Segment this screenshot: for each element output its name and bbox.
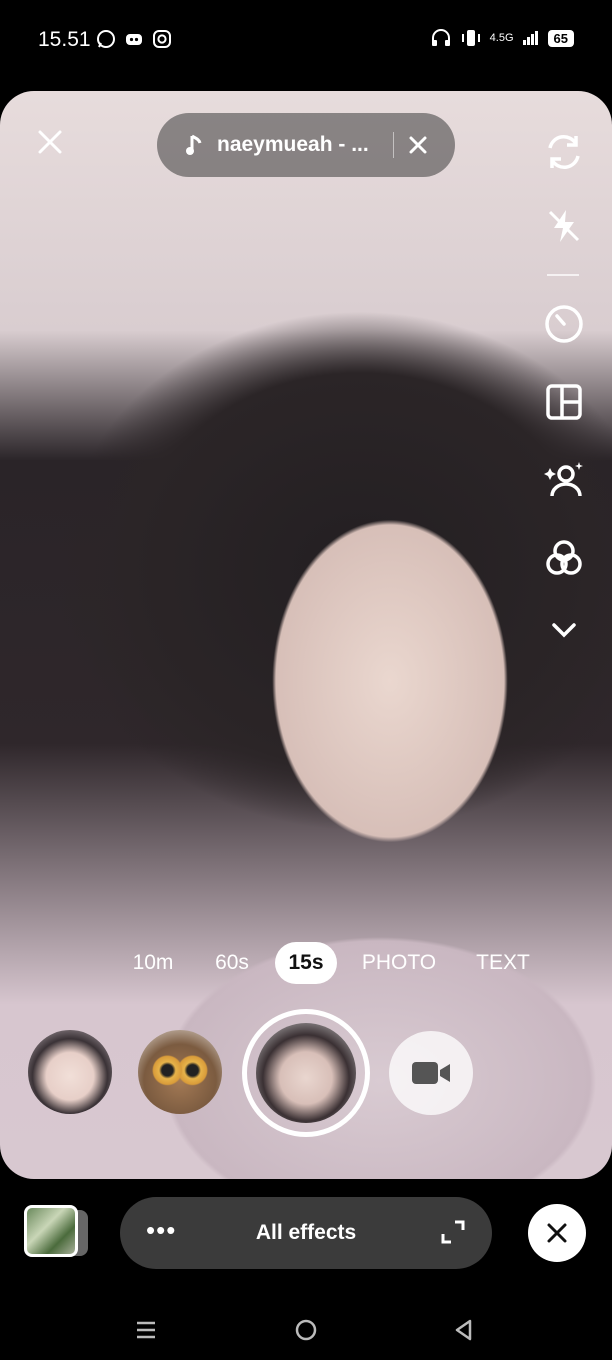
status-bar: 15.51 4.5G 65 <box>0 0 612 80</box>
current-effect-preview <box>256 1023 356 1123</box>
flash-off-icon[interactable] <box>538 200 590 252</box>
instagram-icon <box>153 30 171 48</box>
home-icon[interactable] <box>294 1318 318 1342</box>
chevron-down-icon[interactable] <box>538 604 590 656</box>
mode-15s[interactable]: 15s <box>275 942 337 984</box>
effects-bar[interactable]: ••• All effects <box>120 1197 492 1269</box>
mode-text[interactable]: TEXT <box>470 942 536 984</box>
timer-icon[interactable] <box>538 298 590 350</box>
back-icon[interactable] <box>452 1318 476 1342</box>
status-app-icons <box>96 29 172 49</box>
beauty-icon[interactable] <box>538 454 590 506</box>
filters-icon[interactable] <box>538 532 590 584</box>
menu-icon[interactable] <box>134 1318 158 1342</box>
effect-thumbnail-face[interactable] <box>28 1030 112 1114</box>
system-navigation-bar <box>0 1300 612 1360</box>
video-camera-icon <box>412 1062 450 1084</box>
discord-icon <box>126 34 142 45</box>
flip-camera-icon[interactable] <box>538 126 590 178</box>
battery-level: 65 <box>547 29 574 47</box>
network-type: 4.5G <box>489 32 514 44</box>
mode-selector: 10m 60s 15s PHOTO TEXT <box>0 942 612 984</box>
gallery-button[interactable] <box>24 1205 78 1257</box>
close-effects-button[interactable] <box>528 1204 586 1262</box>
music-divider <box>393 132 394 158</box>
music-title: naeymueah - ... <box>217 133 369 156</box>
vibrate-icon <box>461 30 480 46</box>
remove-music-icon[interactable] <box>408 135 428 155</box>
signal-icon <box>522 31 538 45</box>
headphones-icon <box>431 29 450 46</box>
expand-icon[interactable] <box>440 1219 466 1245</box>
close-icon <box>547 1223 567 1243</box>
status-time: 15.51 <box>38 28 91 51</box>
music-selector[interactable]: naeymueah - ... <box>157 113 455 177</box>
mode-60s[interactable]: 60s <box>204 942 260 984</box>
record-button[interactable] <box>242 1009 370 1137</box>
whatsapp-icon <box>97 30 115 48</box>
mode-photo[interactable]: PHOTO <box>356 942 442 984</box>
close-icon[interactable] <box>36 128 64 156</box>
effect-thumbnail-owl[interactable] <box>138 1030 222 1114</box>
mode-10m[interactable]: 10m <box>124 942 182 984</box>
status-right: 4.5G 65 <box>430 28 574 48</box>
video-button[interactable] <box>389 1031 473 1115</box>
toolbar-divider <box>547 274 579 276</box>
effects-label: All effects <box>255 1221 357 1244</box>
music-note-icon <box>186 134 202 155</box>
layout-icon[interactable] <box>538 376 590 428</box>
